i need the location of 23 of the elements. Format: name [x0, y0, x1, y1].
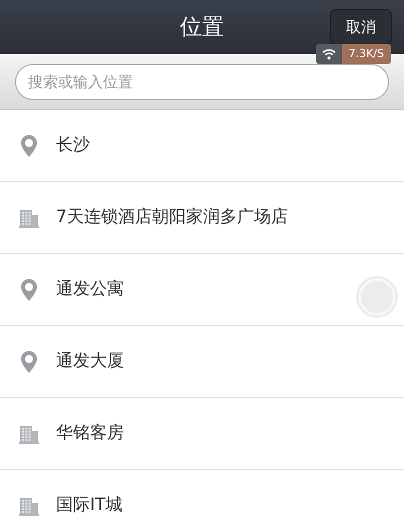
- page-title: 位置: [180, 14, 224, 42]
- place-list-item[interactable]: 华铭客房: [0, 398, 404, 470]
- place-list-item[interactable]: 国际IT城: [0, 470, 404, 516]
- building-icon: [19, 496, 39, 516]
- location-pin-icon: [20, 278, 38, 302]
- place-list-item[interactable]: 通发大厦: [0, 326, 404, 398]
- network-speed: 7.3K/S: [342, 44, 391, 64]
- place-name: 长沙: [56, 134, 90, 157]
- place-name: 7天连锁酒店朝阳家润多广场店: [56, 206, 288, 229]
- cancel-button[interactable]: 取消: [330, 9, 392, 45]
- place-list-item[interactable]: 7天连锁酒店朝阳家润多广场店: [0, 182, 404, 254]
- location-pin-icon: [20, 134, 38, 158]
- place-name: 通发大厦: [56, 350, 124, 373]
- building-icon: [19, 424, 39, 444]
- wifi-icon: [322, 48, 336, 60]
- floating-assistive-button[interactable]: [358, 278, 396, 316]
- place-list-item[interactable]: 长沙: [0, 110, 404, 182]
- search-field[interactable]: 搜索或输入位置: [15, 64, 389, 100]
- location-pin-icon: [20, 350, 38, 374]
- place-name: 通发公寓: [56, 278, 124, 301]
- building-icon: [19, 208, 39, 228]
- place-name: 华铭客房: [56, 422, 124, 445]
- place-name: 国际IT城: [56, 494, 122, 516]
